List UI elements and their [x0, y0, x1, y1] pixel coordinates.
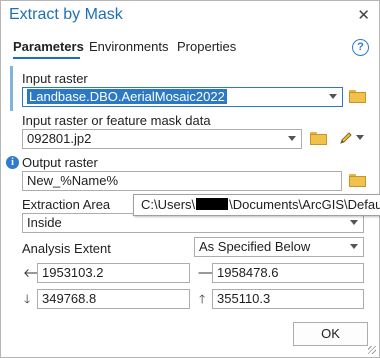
- chevron-down-icon: [350, 220, 358, 225]
- title-bar[interactable]: Extract by Mask ✕: [1, 1, 379, 31]
- chevron-down-icon[interactable]: [356, 135, 364, 140]
- input-raster-dropdown[interactable]: Landbase.DBO.AerialMosaic2022: [22, 87, 343, 107]
- extent-bottom-input[interactable]: 349768.8: [37, 289, 190, 309]
- output-raster-value: New_%Name%: [27, 173, 119, 188]
- tooltip-path-suffix: \Documents\ArcGIS\Default.g: [229, 197, 380, 212]
- help-icon[interactable]: ?: [352, 39, 369, 56]
- analysis-extent-value: As Specified Below: [199, 239, 311, 254]
- mask-data-dropdown[interactable]: 092801.jp2: [22, 129, 302, 149]
- extraction-area-dropdown[interactable]: Inside: [22, 213, 364, 233]
- draw-pencil-icon[interactable]: [337, 129, 355, 147]
- tab-properties[interactable]: Properties: [177, 39, 236, 54]
- extent-top-value: 355110.3: [217, 291, 271, 306]
- tab-parameters[interactable]: Parameters: [13, 39, 84, 54]
- extent-left-input[interactable]: 1953103.2: [37, 263, 190, 283]
- input-raster-value: Landbase.DBO.AerialMosaic2022: [27, 89, 227, 104]
- redacted-username: [196, 198, 229, 210]
- extent-right-value: 1958478.6: [217, 265, 279, 280]
- tooltip-path-prefix: C:\Users\: [141, 197, 196, 212]
- dialog-title: Extract by Mask: [9, 6, 123, 23]
- analysis-extent-label: Analysis Extent: [22, 241, 111, 256]
- extraction-area-label: Extraction Area: [22, 197, 111, 212]
- extract-by-mask-dialog: Extract by Mask ✕ Parameters Environment…: [0, 0, 380, 358]
- input-raster-label: Input raster: [22, 71, 88, 86]
- output-raster-input[interactable]: New_%Name%: [22, 171, 342, 191]
- extent-left-value: 1953103.2: [42, 265, 104, 280]
- analysis-extent-dropdown[interactable]: As Specified Below: [194, 237, 364, 257]
- chevron-down-icon: [350, 244, 358, 249]
- input-raster-highlight-bar: [10, 66, 13, 111]
- close-icon[interactable]: ✕: [357, 6, 370, 24]
- resize-grip[interactable]: [368, 346, 376, 354]
- arrow-up-icon: 🡑: [199, 292, 206, 306]
- browse-mask-folder-icon[interactable]: [310, 132, 327, 145]
- arrow-down-icon: 🡓: [24, 292, 31, 306]
- output-path-tooltip: C:\Users\ \Documents\ArcGIS\Default.g: [133, 194, 380, 216]
- chevron-down-icon: [329, 94, 337, 99]
- browse-output-folder-icon[interactable]: [349, 174, 366, 187]
- extent-top-input[interactable]: 355110.3: [212, 289, 364, 309]
- ok-button[interactable]: OK: [293, 322, 368, 346]
- active-tab-indicator: [13, 57, 80, 59]
- extent-bottom-value: 349768.8: [42, 291, 97, 306]
- mask-data-value: 092801.jp2: [27, 131, 92, 146]
- mask-data-label: Input raster or feature mask data: [22, 113, 211, 128]
- tab-environments[interactable]: Environments: [89, 39, 168, 54]
- output-raster-label: Output raster: [22, 155, 98, 170]
- extraction-area-value: Inside: [27, 215, 62, 230]
- browse-input-raster-folder-icon[interactable]: [349, 90, 366, 103]
- chevron-down-icon: [288, 136, 296, 141]
- info-icon[interactable]: i: [6, 156, 19, 169]
- extent-right-input[interactable]: 1958478.6: [212, 263, 364, 283]
